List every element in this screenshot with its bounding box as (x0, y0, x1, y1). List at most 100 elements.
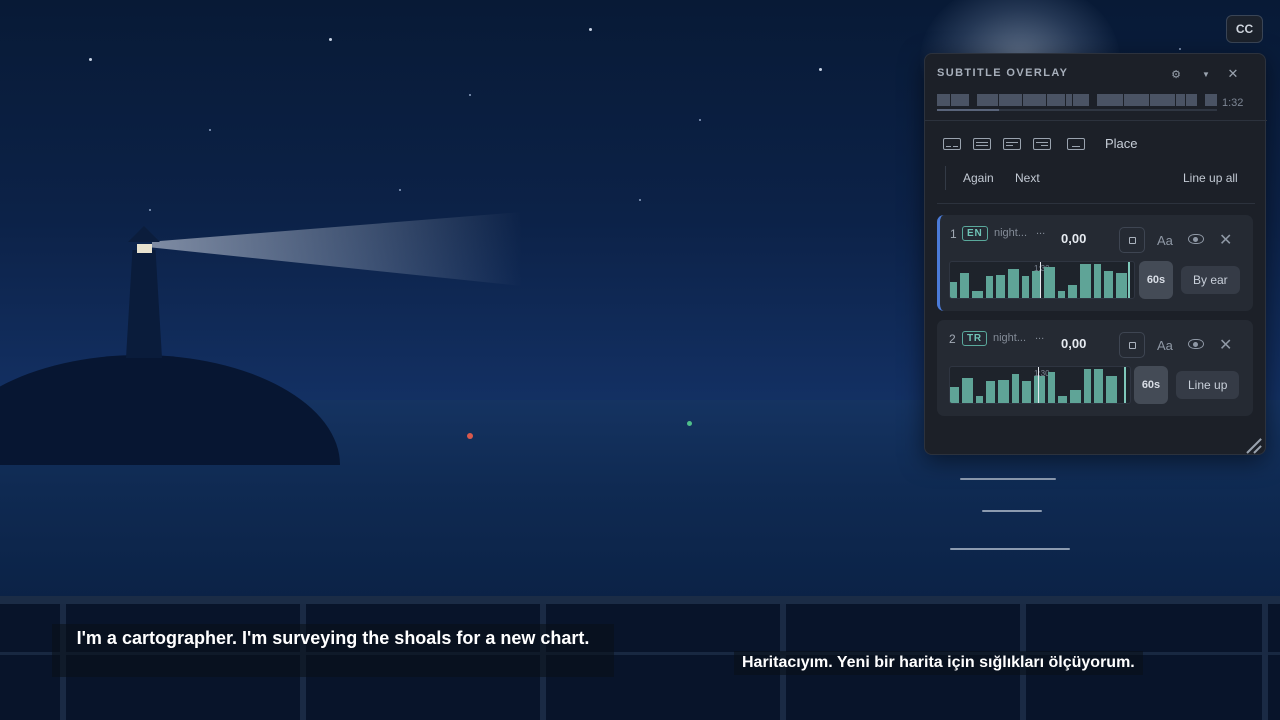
lock-icon (1128, 236, 1136, 244)
divider (937, 203, 1255, 204)
subtitle-track: 1 EN night... ... 0,00 Aa ✕ 1:30 60s By … (937, 215, 1253, 311)
lock-toggle[interactable] (1119, 227, 1145, 253)
next-button[interactable]: Next (1015, 171, 1040, 185)
window-size-button[interactable]: 60s (1134, 366, 1168, 404)
waveform-bar (1080, 264, 1091, 298)
waveform-bar (1094, 264, 1101, 298)
waveform-playhead[interactable] (1040, 262, 1041, 298)
waveform[interactable]: 1:30 (949, 366, 1131, 404)
waveform-bar (1104, 271, 1113, 298)
subtitle-overlay-panel: SUBTITLE OVERLAY ⚙ ▼ ✕ 1:32 Place Again … (924, 53, 1267, 455)
waveform-bar (986, 276, 993, 298)
waveform-bar (1044, 267, 1055, 298)
divider (945, 166, 946, 190)
close-icon[interactable]: ✕ (1225, 66, 1241, 82)
waveform-bar (962, 378, 973, 403)
waveform-bar (1106, 376, 1117, 403)
green-buoy (687, 421, 692, 426)
waveform-bar (1022, 381, 1031, 403)
star (469, 94, 471, 96)
waveform-bar (986, 381, 995, 403)
star (639, 199, 641, 201)
english-subtitle: I'm a cartographer. I'm surveying the sh… (52, 624, 614, 677)
waveform-bar (950, 387, 959, 403)
language-badge: EN (962, 226, 988, 241)
waveform-bar (1058, 396, 1067, 403)
chevron-down-icon[interactable]: ▼ (1198, 66, 1214, 82)
railing-top (0, 596, 1280, 604)
timing-offset[interactable]: 0,00 (1061, 231, 1086, 246)
moon-reflection (950, 548, 1070, 550)
track-index: 1 (950, 227, 957, 241)
timeline-duration: 1:32 (1222, 97, 1244, 109)
place-button[interactable]: Place (1105, 136, 1138, 151)
waveform-bar (996, 275, 1005, 298)
position-bottom-button[interactable] (1067, 138, 1089, 152)
waveform-bar (950, 282, 957, 298)
waveform-bar (960, 273, 969, 298)
position-right-button[interactable] (1033, 138, 1055, 152)
again-button[interactable]: Again (963, 171, 994, 185)
remove-track-icon[interactable]: ✕ (1219, 230, 1232, 250)
lighthouse-lamp (137, 244, 152, 253)
divider (925, 120, 1267, 121)
timeline-progress-track (937, 109, 1217, 111)
panel-title: SUBTITLE OVERLAY (937, 67, 1069, 79)
waveform-edge (1124, 367, 1126, 403)
star (819, 68, 822, 71)
turkish-subtitle: Haritacıyım. Yeni bir harita için sığlık… (734, 651, 1143, 675)
track-index: 2 (949, 332, 956, 346)
timing-offset[interactable]: 0,00 (1061, 336, 1086, 351)
waveform[interactable]: 1:30 (949, 261, 1135, 299)
waveform-bar (976, 396, 983, 403)
closed-captions-button[interactable]: CC (1226, 15, 1263, 43)
timeline-progress (937, 109, 999, 111)
red-buoy (467, 433, 473, 439)
eye-icon[interactable] (1188, 339, 1204, 349)
language-badge: TR (962, 331, 987, 346)
waveform-bar (972, 291, 983, 298)
moon-reflection (960, 478, 1056, 480)
position-center-button[interactable] (973, 138, 995, 152)
font-settings-button[interactable]: Aa (1157, 338, 1173, 353)
star (699, 119, 701, 121)
track-more-button[interactable]: ... (1036, 225, 1045, 237)
window-size-button[interactable]: 60s (1139, 261, 1173, 299)
lock-icon (1128, 341, 1136, 349)
waveform-bar (1058, 291, 1065, 298)
waveform-bar (998, 380, 1009, 403)
gear-icon[interactable]: ⚙ (1168, 66, 1184, 82)
star (399, 189, 401, 191)
moon-reflection (982, 510, 1042, 512)
eye-icon[interactable] (1188, 234, 1204, 244)
line-up-all-button[interactable]: Line up all (1183, 171, 1238, 185)
position-left-button[interactable] (1003, 138, 1025, 152)
waveform-playhead[interactable] (1038, 367, 1039, 403)
star (209, 129, 211, 131)
position-bottom-split-button[interactable] (943, 138, 965, 152)
star (89, 58, 92, 61)
subtitle-timeline[interactable] (937, 94, 1217, 106)
line-up-button[interactable]: Line up (1176, 371, 1240, 399)
railing-post (1262, 604, 1268, 720)
waveform-bar (1012, 374, 1019, 403)
star (149, 209, 151, 211)
subtitle-track: 2 TR night... ... 0,00 Aa ✕ 1:30 60s Lin… (937, 320, 1253, 416)
waveform-bar (1008, 269, 1019, 298)
star (329, 38, 332, 41)
waveform-bar (1094, 369, 1103, 403)
resize-handle[interactable] (1245, 436, 1263, 454)
star (589, 28, 592, 31)
remove-track-icon[interactable]: ✕ (1219, 335, 1232, 355)
waveform-bar (1084, 369, 1091, 403)
star (1179, 48, 1181, 50)
waveform-bar (1116, 273, 1127, 298)
by-ear-button[interactable]: By ear (1181, 266, 1240, 294)
track-more-button[interactable]: ... (1035, 330, 1044, 342)
waveform-bar (1070, 390, 1081, 403)
track-filename: night... (993, 332, 1027, 344)
waveform-bar (1048, 372, 1055, 403)
lock-toggle[interactable] (1119, 332, 1145, 358)
font-settings-button[interactable]: Aa (1157, 233, 1173, 248)
waveform-bar (1022, 276, 1029, 298)
